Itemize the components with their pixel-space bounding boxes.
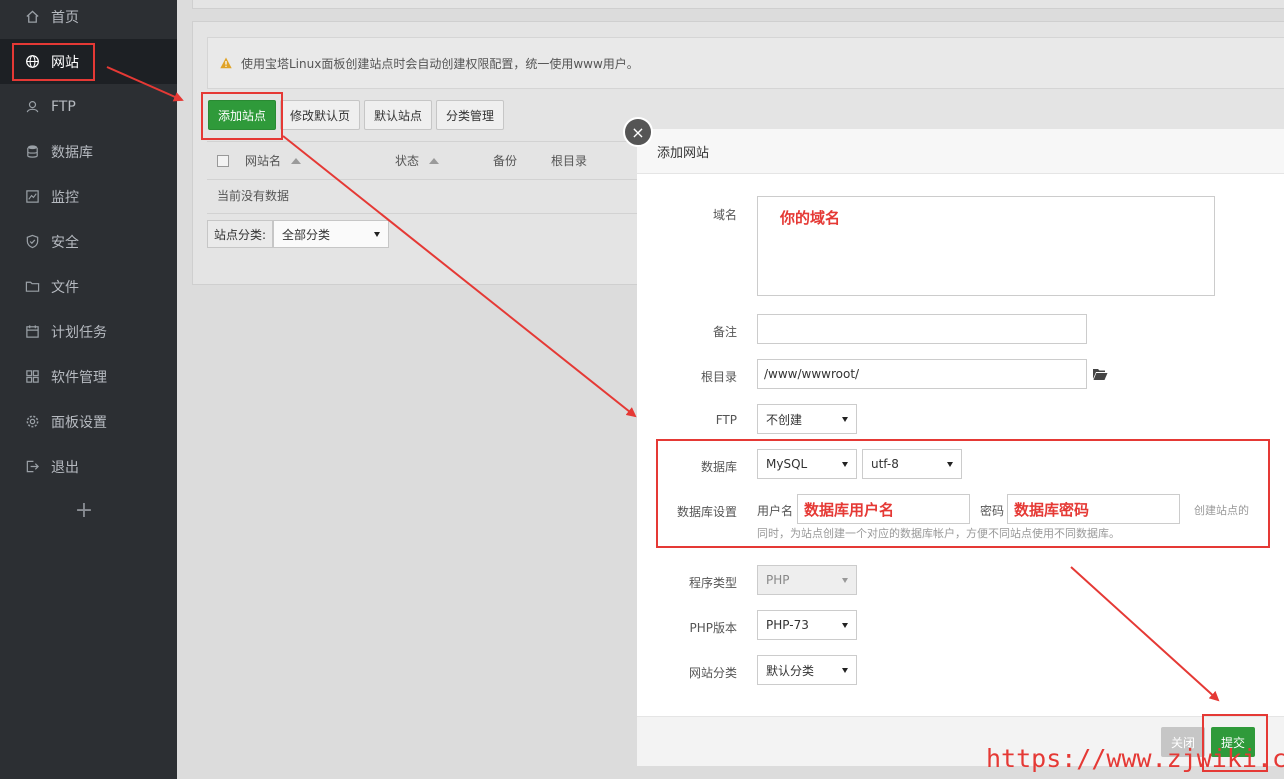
- home-icon: [24, 9, 40, 25]
- column-backup: 备份: [493, 154, 518, 168]
- sidebar-item-database[interactable]: 数据库: [0, 129, 177, 174]
- category-select[interactable]: 全部分类: [273, 220, 390, 248]
- sidebar-item-label: 计划任务: [51, 324, 107, 341]
- column-status[interactable]: 状态: [395, 142, 440, 179]
- sidebar-item-label: 安全: [51, 234, 79, 251]
- sidebar-item-home[interactable]: 首页: [0, 0, 177, 39]
- ftp-icon: [24, 99, 40, 115]
- remark-label: 备注: [712, 325, 737, 339]
- logout-icon: [24, 459, 40, 475]
- root-input[interactable]: /www/wwwroot/: [757, 359, 1087, 389]
- sidebar-item-cron[interactable]: 计划任务: [0, 309, 177, 354]
- ftp-label: FTP: [715, 413, 737, 427]
- folder-open-icon[interactable]: [1092, 367, 1108, 381]
- folder-icon: [24, 279, 40, 295]
- ftp-select[interactable]: 不创建: [757, 404, 857, 434]
- sidebar-item-label: 数据库: [51, 144, 93, 161]
- dialog-title: 添加网站: [657, 145, 710, 161]
- sidebar-item-label: 首页: [51, 9, 79, 26]
- chevron-down-icon: [842, 461, 848, 467]
- top-panel: [192, 0, 1284, 9]
- sidebar-item-label: FTP: [51, 98, 76, 115]
- sidebar-item-software[interactable]: 软件管理: [0, 354, 177, 399]
- root-label: 根目录: [700, 370, 737, 384]
- add-site-button[interactable]: 添加站点: [208, 100, 277, 130]
- db-user-label: 用户名: [757, 504, 794, 518]
- sidebar-item-ftp[interactable]: FTP: [0, 84, 177, 129]
- grid-icon: [24, 369, 40, 385]
- sidebar-item-website[interactable]: 网站: [0, 39, 177, 84]
- sidebar-item-settings[interactable]: 面板设置: [0, 399, 177, 444]
- toolbar: 添加站点 修改默认页 默认站点 分类管理: [208, 100, 505, 130]
- sidebar-item-logout[interactable]: 退出: [0, 444, 177, 489]
- domain-label: 域名: [712, 208, 737, 222]
- sidebar: 首页 网站 FTP 数据库 监控 安全 文件 计划任务 软件管理 面板设置 退出…: [0, 0, 177, 779]
- domain-textarea[interactable]: 你的域名: [757, 196, 1215, 296]
- monitor-icon: [24, 189, 40, 205]
- add-site-dialog: 添加网站 域名 你的域名 备注 根目录 /www/wwwroot/ FTP 不创…: [637, 129, 1284, 766]
- db-hint-line1: 创建站点的: [1194, 504, 1249, 517]
- category-filter: 站点分类: 全部分类: [207, 220, 390, 248]
- db-pass-input[interactable]: 数据库密码: [1007, 494, 1180, 524]
- alert-text: 使用宝塔Linux面板创建站点时会自动创建权限配置，统一使用www用户。: [241, 56, 639, 71]
- gear-icon: [24, 414, 40, 430]
- site-category-label: 网站分类: [688, 666, 737, 680]
- chevron-down-icon: [947, 461, 953, 467]
- calendar-icon: [24, 324, 40, 340]
- database-icon: [24, 144, 40, 160]
- sidebar-item-files[interactable]: 文件: [0, 264, 177, 309]
- site-category-select[interactable]: 默认分类: [757, 655, 857, 685]
- shield-icon: [24, 234, 40, 250]
- category-label: 站点分类:: [207, 220, 274, 248]
- program-type-label: 程序类型: [688, 576, 737, 590]
- database-charset-select[interactable]: utf-8: [862, 449, 962, 479]
- sort-up-icon: [291, 157, 302, 164]
- globe-icon: [24, 54, 40, 70]
- sidebar-item-label: 退出: [51, 459, 79, 476]
- php-version-label: PHP版本: [689, 621, 738, 635]
- category-manage-button[interactable]: 分类管理: [436, 100, 505, 130]
- column-rootdir: 根目录: [551, 154, 588, 168]
- column-sitename[interactable]: 网站名: [245, 142, 302, 179]
- db-user-input[interactable]: 数据库用户名: [797, 494, 970, 524]
- select-all-checkbox[interactable]: [217, 154, 229, 167]
- database-type-select[interactable]: MySQL: [757, 449, 857, 479]
- db-hint-line2: 同时，为站点创建一个对应的数据库帐户，方便不同站点使用不同数据库。: [757, 527, 1120, 540]
- dialog-header: 添加网站: [637, 129, 1284, 174]
- warning-icon: [220, 57, 232, 69]
- chevron-down-icon: [842, 416, 848, 422]
- chevron-down-icon: [842, 577, 848, 583]
- database-label: 数据库: [700, 460, 737, 474]
- sort-up-icon: [429, 157, 440, 164]
- sidebar-item-label: 监控: [51, 189, 79, 206]
- edit-default-page-button[interactable]: 修改默认页: [280, 100, 361, 130]
- sidebar-item-security[interactable]: 安全: [0, 219, 177, 264]
- db-settings-label: 数据库设置: [676, 505, 737, 519]
- program-type-select: PHP: [757, 565, 857, 595]
- chevron-down-icon: [842, 622, 848, 628]
- default-site-button[interactable]: 默认站点: [364, 100, 433, 130]
- close-icon[interactable]: ×: [623, 117, 653, 147]
- sidebar-add-button[interactable]: +: [0, 488, 168, 533]
- chevron-down-icon: [374, 231, 381, 237]
- remark-input[interactable]: [757, 314, 1087, 344]
- watermark: https://www.zjwiki.com: [986, 744, 1284, 773]
- php-version-select[interactable]: PHP-73: [757, 610, 857, 640]
- db-pass-label: 密码: [980, 504, 1005, 518]
- sidebar-item-label: 软件管理: [51, 369, 107, 386]
- sidebar-item-label: 文件: [51, 279, 79, 296]
- sidebar-item-monitor[interactable]: 监控: [0, 174, 177, 219]
- sidebar-item-label: 面板设置: [51, 414, 107, 431]
- warning-alert: 使用宝塔Linux面板创建站点时会自动创建权限配置，统一使用www用户。: [207, 37, 1284, 89]
- sidebar-item-label: 网站: [51, 54, 79, 71]
- domain-annotation: 你的域名: [780, 209, 841, 227]
- chevron-down-icon: [842, 667, 848, 673]
